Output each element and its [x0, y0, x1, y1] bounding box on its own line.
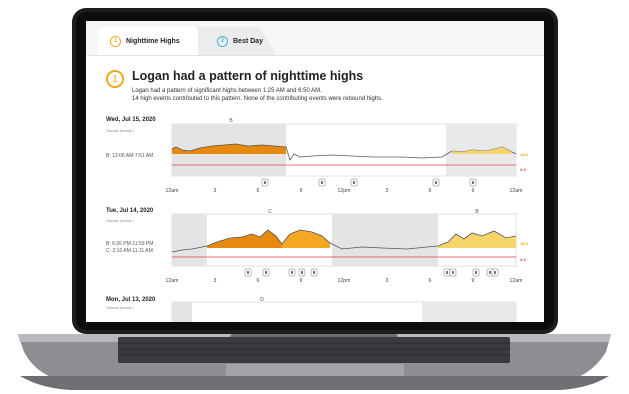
pattern-number-badge: 1 — [106, 70, 124, 88]
event-icon-glyph — [291, 271, 293, 274]
day-range-1a: B: 12:06 AM-7:51 AM — [106, 153, 154, 159]
day-range-2a: B: 6:26 PM-11:59 PM — [106, 241, 154, 247]
event-icon-glyph — [301, 271, 303, 274]
page-title: Logan had a pattern of nighttime highs — [132, 69, 364, 83]
event-icon-glyph — [446, 271, 448, 274]
event-icon-glyph — [247, 271, 249, 274]
day-date-3: Mon, Jul 13, 2020 — [106, 297, 156, 303]
target-low-label: 3.9 — [520, 167, 526, 172]
glucose-axis-label: Glucose (mmol/L) — [106, 219, 134, 223]
event-icon-glyph — [475, 271, 477, 274]
pattern-description: Logan had a pattern of significant highs… — [132, 88, 322, 94]
event-icon-glyph — [494, 271, 496, 274]
tab-label-nighttime-highs: Nighttime Highs — [126, 37, 180, 45]
target-low-label: 3.9 — [520, 257, 526, 262]
event-icon-glyph — [264, 181, 266, 184]
tab-number-1: 1 — [110, 35, 121, 47]
target-high-label: 10.0 — [520, 152, 528, 157]
event-icons — [244, 268, 499, 277]
keyboard — [118, 337, 510, 363]
tab-label-best-day: Best Day — [233, 37, 263, 45]
glucose-chart-day-3 — [171, 301, 517, 322]
evening-shade — [422, 302, 516, 322]
event-icon-glyph — [435, 181, 437, 184]
night-shade — [172, 214, 207, 266]
glucose-chart-day-1 — [171, 123, 517, 187]
event-icon-glyph — [265, 271, 267, 274]
screen: 2 Best Day 1 Nighttime Highs 1 Logan had… — [86, 21, 544, 322]
pattern-detail: 14 high events contributed to this patte… — [132, 96, 383, 102]
event-icon-glyph — [472, 181, 474, 184]
day-date-2: Tue, Jul 14, 2020 — [106, 208, 154, 214]
event-icons — [261, 178, 477, 187]
day-range-2b: C: 2:16 AM-11:11 AM — [106, 248, 153, 254]
target-high-label: 10.0 — [520, 241, 528, 246]
event-icon-glyph — [452, 271, 454, 274]
glucose-axis-label: Glucose (mmol/L) — [106, 129, 134, 133]
midday-shade — [332, 214, 438, 266]
laptop-bottom — [20, 376, 609, 390]
event-icon-glyph — [321, 181, 323, 184]
glucose-chart-day-2 — [171, 213, 517, 277]
tab-nighttime-highs[interactable]: 1 Nighttime Highs — [98, 27, 198, 55]
day-date-1: Wed, Jul 15, 2020 — [106, 117, 156, 123]
tab-number-2: 2 — [217, 35, 228, 47]
pattern-header: 1 Logan had a pattern of nighttime highs… — [106, 67, 536, 107]
tab-best-day[interactable]: 2 Best Day — [186, 27, 276, 55]
glucose-axis-label: Glucose (mmol/L) — [106, 306, 134, 310]
event-icon-glyph — [353, 181, 355, 184]
event-icon-glyph — [489, 271, 491, 274]
tab-bar: 2 Best Day 1 Nighttime Highs — [86, 21, 544, 56]
event-icon-glyph — [313, 271, 315, 274]
night-shade — [172, 302, 192, 322]
